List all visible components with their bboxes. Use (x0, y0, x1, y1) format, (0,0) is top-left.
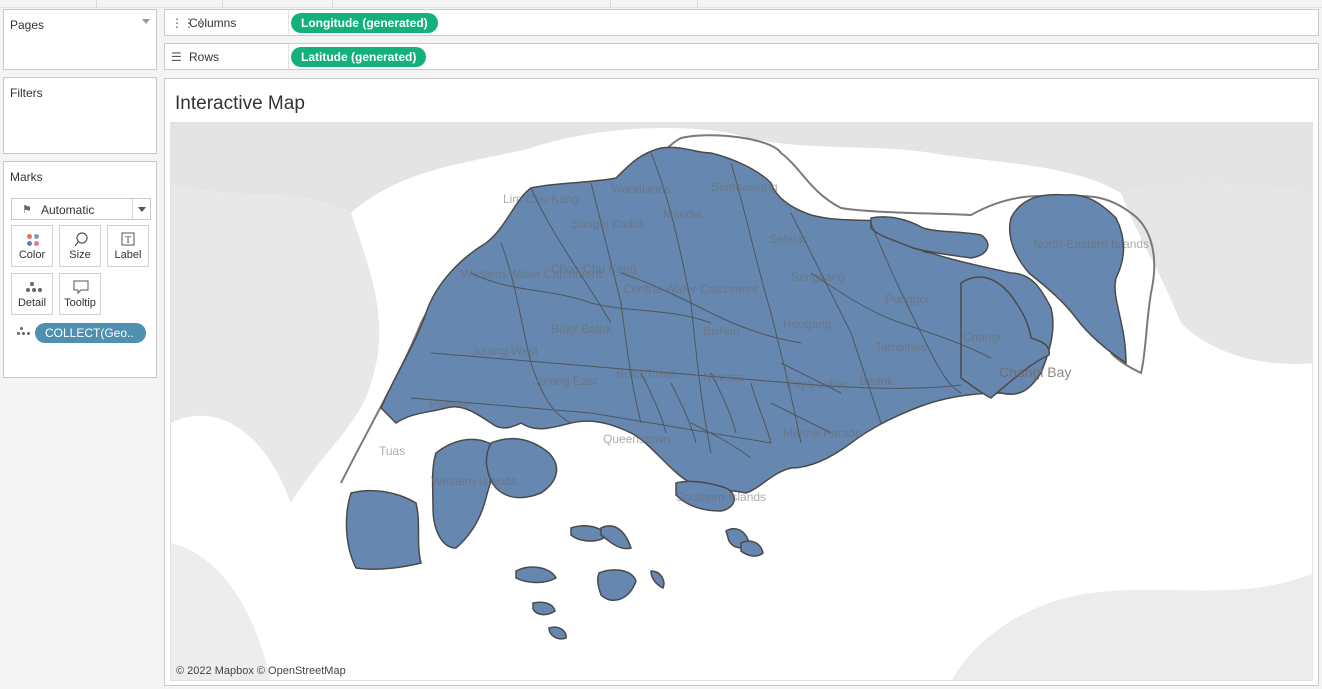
map-label: Woodlands (611, 182, 671, 196)
strip-divider (610, 0, 611, 8)
tuas-polygon[interactable] (345, 489, 422, 570)
map-label: Southern Islands (676, 490, 766, 504)
map-label: North-Eastern Islands (1033, 237, 1149, 251)
western-islands-polygon[interactable] (431, 438, 496, 549)
region-polygons[interactable] (345, 146, 1127, 640)
map-label: Pioneer (429, 397, 470, 411)
map-label: Punggol (885, 292, 929, 306)
map-label: Central Water Catchment (623, 282, 759, 296)
color-button[interactable]: Color (11, 225, 53, 267)
jurong-island-polygon[interactable] (485, 437, 558, 499)
southern-island-e[interactable] (650, 570, 665, 590)
map-label: Mandai (663, 207, 702, 221)
pages-card[interactable]: Pages (3, 9, 157, 70)
filters-card[interactable]: Filters (3, 77, 157, 154)
map-label: Bishan (703, 324, 740, 338)
map-label: Western Islands (431, 474, 517, 488)
label-button[interactable]: T Label (107, 225, 149, 267)
southern-island-d[interactable] (597, 569, 637, 601)
map-label: Jurong East (533, 374, 598, 388)
shelf-divider (288, 10, 289, 35)
size-icon (60, 231, 100, 247)
map-label: Bukit Timah (616, 367, 679, 381)
map-label: Tuas (379, 444, 405, 458)
columns-label: Columns (189, 16, 237, 30)
southern-island-b[interactable] (600, 525, 632, 550)
chevron-down-icon[interactable] (132, 199, 150, 219)
map-label: Hougang (783, 317, 832, 331)
map-label: Jurong West (471, 344, 539, 358)
map-label: Bukit Batok (551, 322, 613, 336)
map-label: Changi Bay (999, 364, 1071, 380)
rows-shelf[interactable]: ☰ Rows Latitude (generated) (164, 43, 1319, 70)
mark-type-dropdown[interactable]: ⚑ Automatic (11, 198, 151, 220)
map-label: Tampines (875, 340, 926, 354)
svg-text:T: T (125, 235, 131, 246)
top-toolbar-strip (0, 0, 1322, 8)
columns-shelf[interactable]: ⋮⋮⋮ Columns Longitude (generated) (164, 9, 1319, 36)
map-label: Lim Chu Kang (503, 192, 579, 206)
tooltip-icon (60, 279, 100, 295)
pages-title: Pages (10, 18, 45, 32)
color-icon (12, 231, 52, 247)
map-label: Sungei Kadut (571, 217, 644, 231)
label-label: Label (114, 249, 142, 261)
tooltip-button[interactable]: Tooltip (59, 273, 101, 315)
map-label: Paya Lebar (786, 377, 847, 391)
mark-type-label: Automatic (41, 203, 95, 217)
detail-icon (12, 279, 52, 295)
map-canvas[interactable]: Lim Chu Kang Woodlands Sembawang Mandai … (170, 122, 1313, 681)
map-mark-icon: ⚑ (22, 204, 32, 216)
map-label: Changi (963, 330, 1001, 344)
map-label: Novena (703, 370, 745, 384)
rows-label: Rows (189, 50, 220, 64)
tooltip-label: Tooltip (64, 297, 96, 309)
size-button[interactable]: Size (59, 225, 101, 267)
southern-island-i[interactable] (740, 540, 764, 557)
detail-label: Detail (17, 297, 47, 309)
map-label: Sembawang (711, 180, 778, 194)
southern-island-g[interactable] (548, 626, 567, 640)
strip-divider (222, 0, 223, 8)
map-label: Choa Chu Kang (551, 262, 636, 276)
color-label: Color (18, 249, 46, 261)
strip-divider (332, 0, 333, 8)
field-detail-icon (16, 327, 30, 339)
strip-divider (96, 0, 97, 8)
map-label: Queenstown (603, 432, 670, 446)
map-label: Sengkang (791, 270, 845, 284)
worksheet-view: Interactive Map Lim Chu Kang Woodlands S… (164, 78, 1319, 686)
size-label: Size (69, 249, 91, 261)
map-attribution[interactable]: © 2022 Mapbox © OpenStreetMap (176, 665, 346, 677)
marks-title: Marks (10, 170, 43, 184)
southern-island-f[interactable] (532, 601, 556, 616)
collect-geometry-pill[interactable]: COLLECT(Geo.. (35, 323, 146, 343)
label-icon: T (108, 231, 148, 247)
marks-card: Marks ⚑ Automatic Color Size T Label Det… (3, 161, 157, 378)
southern-island-c[interactable] (515, 566, 557, 584)
latitude-pill[interactable]: Latitude (generated) (291, 47, 427, 67)
filters-title: Filters (10, 86, 43, 100)
strip-divider (697, 0, 698, 8)
map-label: Bedok (859, 374, 894, 388)
map-label: Seletar (769, 232, 807, 246)
view-title: Interactive Map (175, 93, 305, 114)
shelf-divider (288, 44, 289, 69)
longitude-pill[interactable]: Longitude (generated) (291, 13, 438, 33)
map-svg[interactable]: Lim Chu Kang Woodlands Sembawang Mandai … (171, 123, 1313, 681)
pages-menu-chevron-icon[interactable] (142, 19, 150, 24)
rows-icon: ☰ (171, 50, 182, 64)
detail-button[interactable]: Detail (11, 273, 53, 315)
map-label: Marine Parade (783, 426, 862, 440)
